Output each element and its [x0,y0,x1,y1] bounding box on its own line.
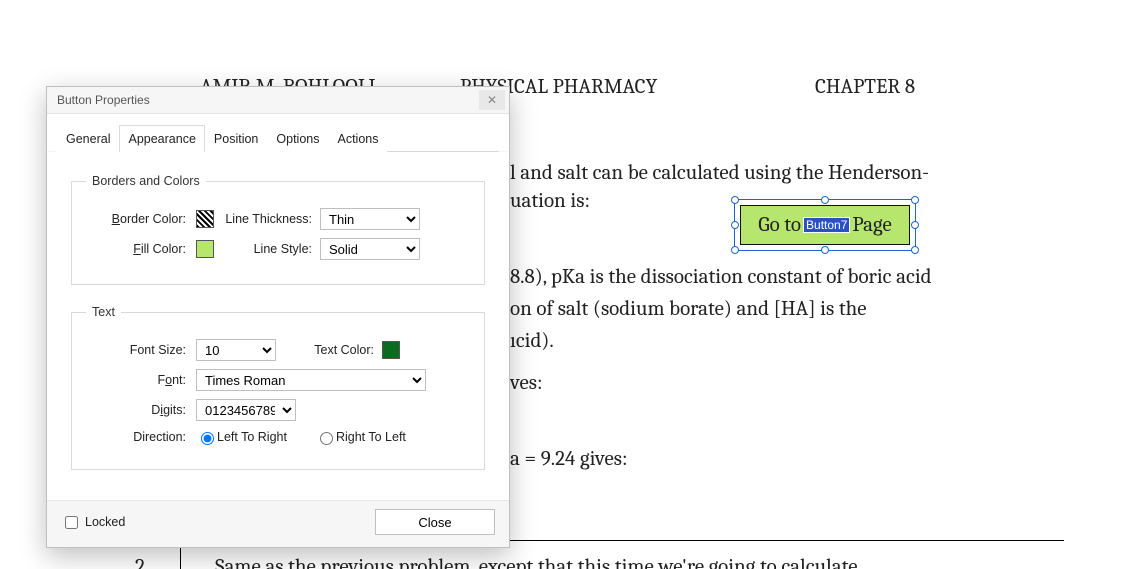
close-icon: ✕ [487,93,497,107]
direction-ltr-radio[interactable]: Left To Right [196,429,287,445]
label-border-color: Border Color: [86,212,196,226]
close-button[interactable]: Close [375,509,495,535]
digits-select[interactable]: 0123456789 [196,399,296,421]
button-properties-dialog: Button Properties ✕ General Appearance P… [46,86,510,548]
radio-rtl-input[interactable] [320,432,333,445]
dialog-title: Button Properties [57,93,150,107]
tab-options[interactable]: Options [267,125,328,152]
form-button-selected[interactable]: Go to Button7 Page [740,205,910,245]
locked-checkbox-input[interactable] [65,516,78,529]
label-font: Font: [86,373,196,387]
font-size-select[interactable]: 10 [196,339,276,361]
label-direction: Direction: [86,430,196,444]
doc-text: 8.8), pKa is the dissociation constant o… [510,260,932,296]
resize-handle-se[interactable] [911,246,919,254]
tab-position[interactable]: Position [205,125,267,152]
resize-handle-s[interactable] [821,246,829,254]
dialog-tabs: General Appearance Position Options Acti… [47,113,509,151]
fill-color-swatch[interactable] [196,240,214,258]
locked-checkbox-label: Locked [85,515,125,529]
tab-actions[interactable]: Actions [328,125,387,152]
doc-text: on of salt (sodium borate) and [HA] is t… [510,292,867,328]
dialog-body: Borders and Colors Border Color: Line Th… [47,152,509,500]
resize-handle-w[interactable] [731,221,739,229]
group-legend-text: Text [86,305,121,319]
label-line-thickness: Line Thickness: [220,212,320,226]
resize-handle-e[interactable] [911,221,919,229]
label-line-style: Line Style: [220,242,320,256]
locked-checkbox[interactable]: Locked [61,513,125,532]
resize-handle-ne[interactable] [911,196,919,204]
label-font-size: Font Size: [86,343,196,357]
doc-header-chapter: CHAPTER 8 [815,75,915,99]
border-color-swatch[interactable] [196,210,214,228]
resize-handle-sw[interactable] [731,246,739,254]
radio-ltr-input[interactable] [201,432,214,445]
dialog-footer: Locked Close [47,500,509,547]
doc-text: a = 9.24 gives: [510,442,628,478]
line-style-select[interactable]: Solid [320,238,420,260]
resize-handle-n[interactable] [821,196,829,204]
group-borders-colors: Borders and Colors Border Color: Line Th… [71,174,485,285]
radio-rtl-label: Right To Left [336,430,406,444]
dialog-close-button[interactable]: ✕ [479,90,505,110]
label-digits: Digits: [86,403,196,417]
dialog-titlebar[interactable]: Button Properties ✕ [47,87,509,113]
tab-general[interactable]: General [57,125,119,152]
selection-outline [734,199,916,251]
direction-rtl-radio[interactable]: Right To Left [315,429,406,445]
label-fill-color: Fill Color: [86,242,196,256]
label-text-color: Text Color: [282,343,382,357]
list-number: 2. [135,550,149,569]
tab-appearance[interactable]: Appearance [119,125,204,152]
text-color-swatch[interactable] [382,341,400,359]
line-thickness-select[interactable]: Thin [320,208,420,230]
font-select[interactable]: Times Roman [196,369,426,391]
radio-ltr-label: Left To Right [217,430,287,444]
doc-text: ıcid). [510,324,554,360]
doc-text: Same as the previous problem, except tha… [215,550,858,569]
doc-text: ves: [510,366,543,402]
doc-text: uation is: [510,184,590,220]
group-text: Text Font Size: 10 Text Color: Font: Tim… [71,305,485,470]
group-legend-borders: Borders and Colors [86,174,206,188]
resize-handle-nw[interactable] [731,196,739,204]
